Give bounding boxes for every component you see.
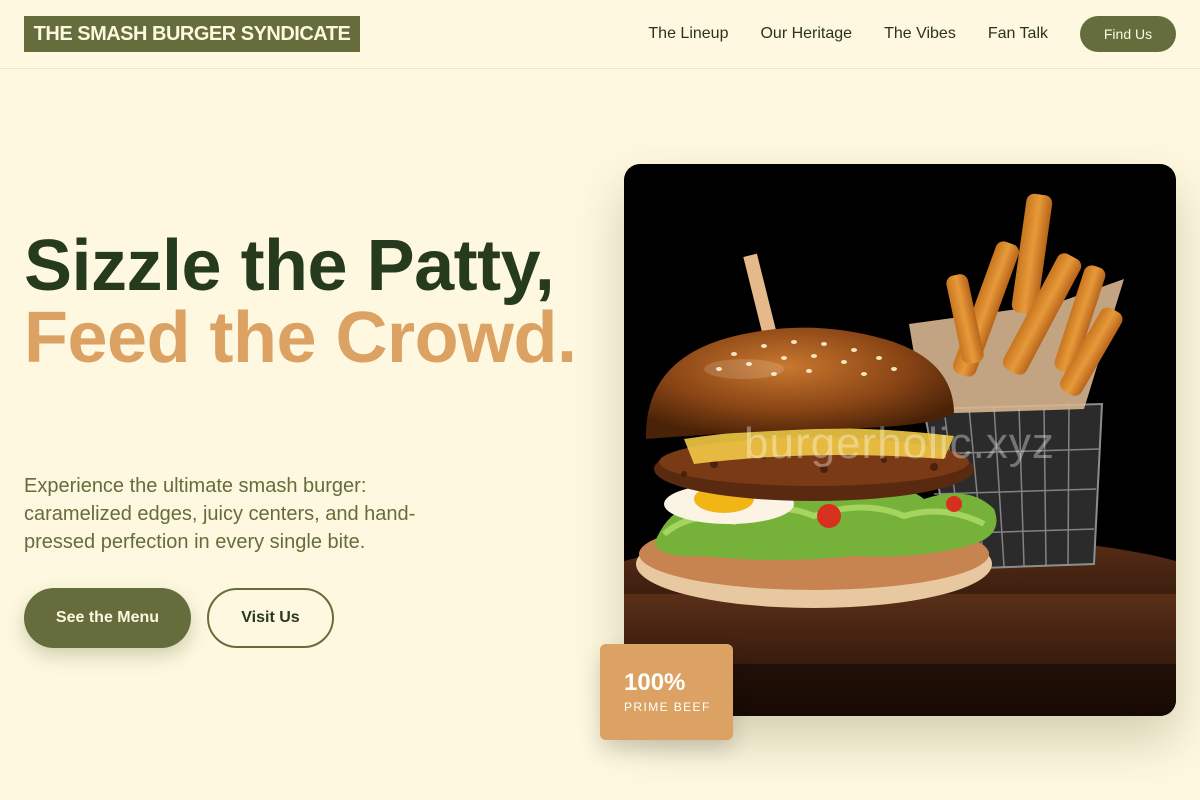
- nav-link-heritage[interactable]: Our Heritage: [760, 25, 852, 43]
- visit-us-button[interactable]: Visit Us: [207, 588, 334, 648]
- badge-value: 100%: [624, 669, 686, 696]
- hero-title-line2: Feed the Crowd.: [24, 298, 577, 378]
- see-menu-button[interactable]: See the Menu: [24, 588, 191, 648]
- site-header: THE SMASH BURGER SYNDICATE The Lineup Ou…: [0, 0, 1200, 69]
- nav-link-vibes[interactable]: The Vibes: [884, 25, 956, 43]
- hero-burger-image: burgerholic.xyz: [624, 164, 1176, 716]
- hero-title-line1: Sizzle the Patty,: [24, 226, 555, 306]
- image-watermark: burgerholic.xyz: [744, 419, 1055, 468]
- badge-label: Prime Beef: [624, 700, 711, 714]
- find-us-button[interactable]: Find Us: [1080, 16, 1176, 52]
- prime-beef-badge: 100% Prime Beef: [600, 644, 733, 740]
- nav-link-fan-talk[interactable]: Fan Talk: [988, 25, 1048, 43]
- hero-description: Experience the ultimate smash burger: ca…: [24, 475, 416, 553]
- main-nav: The Lineup Our Heritage The Vibes Fan Ta…: [648, 16, 1176, 52]
- nav-link-lineup[interactable]: The Lineup: [648, 25, 728, 43]
- site-logo[interactable]: THE SMASH BURGER SYNDICATE: [24, 16, 360, 52]
- hero-title: Sizzle the Patty, Feed the Crowd.: [24, 230, 604, 374]
